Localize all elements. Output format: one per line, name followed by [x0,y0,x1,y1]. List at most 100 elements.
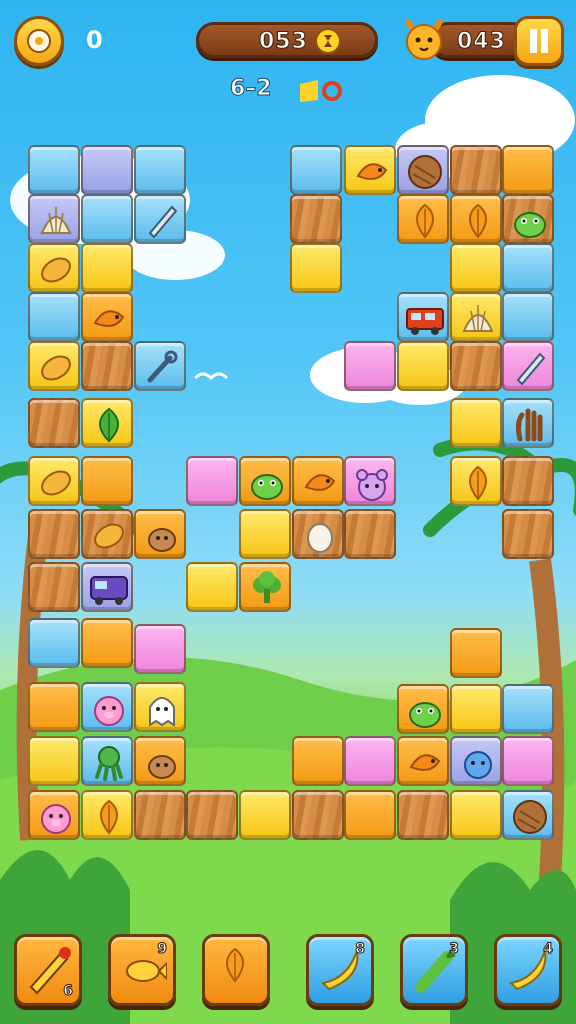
board-tile[interactable] [344,145,396,195]
board-tile[interactable] [502,684,554,734]
settings-button[interactable] [14,16,64,66]
board-tile[interactable] [28,398,80,448]
board-tile[interactable] [290,194,342,244]
board-tile[interactable] [344,736,396,786]
board-tile[interactable] [239,562,291,612]
board-tile[interactable] [502,145,554,195]
board-tile[interactable] [28,682,80,732]
board-tile[interactable] [397,684,449,734]
board-tile[interactable] [28,341,80,391]
booster-button[interactable]: 8 [306,934,374,1006]
board-tile[interactable] [186,562,238,612]
board-tile[interactable] [397,790,449,840]
pause-button[interactable] [514,16,564,66]
board-tile[interactable] [81,618,133,668]
board-tile[interactable] [239,790,291,840]
board-tile[interactable] [81,145,133,195]
board-tile[interactable] [134,341,186,391]
board-tile[interactable] [292,790,344,840]
board-tile[interactable] [450,194,502,244]
booster-button[interactable]: 9 [108,934,176,1006]
booster-button[interactable]: 4 [494,934,562,1006]
leaf-icon [416,203,434,239]
board-tile[interactable] [450,341,502,391]
board-tile[interactable] [502,736,554,786]
bird-icon [304,474,336,491]
board-tile[interactable] [397,341,449,391]
board-tile[interactable] [450,456,502,506]
board-tile[interactable] [134,736,186,786]
board-tile[interactable] [450,243,502,293]
board-tile[interactable] [134,682,186,732]
board-tile[interactable] [28,562,80,612]
board-tile[interactable] [186,790,238,840]
board-tile[interactable] [134,624,186,674]
board-tile[interactable] [344,790,396,840]
board-tile[interactable] [450,628,502,678]
pig-icon [41,804,71,834]
board-tile[interactable] [450,292,502,342]
board-tile[interactable] [81,509,133,559]
wrench-icon [147,350,178,383]
board-tile[interactable] [81,562,133,612]
score-counter: 0 [86,26,103,54]
board-tile[interactable] [28,509,80,559]
chick-icon [148,755,176,779]
board-tile[interactable] [450,398,502,448]
goal-icon [300,80,342,102]
board-tile[interactable] [450,790,502,840]
board-tile[interactable] [134,509,186,559]
board-tile[interactable] [81,736,133,786]
board-tile[interactable] [502,456,554,506]
board-tile[interactable] [28,292,80,342]
board-tile[interactable] [292,509,344,559]
board-tile[interactable] [450,145,502,195]
board-tile[interactable] [344,341,396,391]
board-tile[interactable] [397,145,449,195]
board-tile[interactable] [397,292,449,342]
board-tile[interactable] [81,194,133,244]
board-tile[interactable] [28,194,80,244]
board-tile[interactable] [81,243,133,293]
board-tile[interactable] [397,194,449,244]
board-tile[interactable] [502,243,554,293]
board-tile[interactable] [292,736,344,786]
board-tile[interactable] [81,292,133,342]
board-tile[interactable] [28,618,80,668]
board-tile[interactable] [292,456,344,506]
moves-counter: 053 [196,22,378,58]
booster-button[interactable] [202,934,270,1006]
board-tile[interactable] [502,194,554,244]
board-tile[interactable] [28,243,80,293]
board-tile[interactable] [28,456,80,506]
board-tile[interactable] [450,684,502,734]
board-tile[interactable] [344,509,396,559]
board-tile[interactable] [290,145,342,195]
board-tile[interactable] [81,682,133,732]
board-tile[interactable] [239,509,291,559]
board-tile[interactable] [28,790,80,840]
board-tile[interactable] [81,790,133,840]
board-tile[interactable] [134,194,186,244]
board-tile[interactable] [134,145,186,195]
board-tile[interactable] [502,790,554,840]
board-tile[interactable] [239,456,291,506]
board-tile[interactable] [28,145,80,195]
booster-button[interactable]: 3 [400,934,468,1006]
board-tile[interactable] [81,456,133,506]
board-tile[interactable] [81,341,133,391]
board-tile[interactable] [502,509,554,559]
board-tile[interactable] [186,456,238,506]
booster-button[interactable]: 6 [14,934,82,1006]
board-tile[interactable] [450,736,502,786]
board-tile[interactable] [502,398,554,448]
bread-icon [41,355,71,381]
board-tile[interactable] [344,456,396,506]
board-tile[interactable] [28,736,80,786]
board-tile[interactable] [502,292,554,342]
board-tile[interactable] [81,398,133,448]
board-tile[interactable] [397,736,449,786]
board-tile[interactable] [502,341,554,391]
board-tile[interactable] [134,790,186,840]
board-tile[interactable] [290,243,342,293]
